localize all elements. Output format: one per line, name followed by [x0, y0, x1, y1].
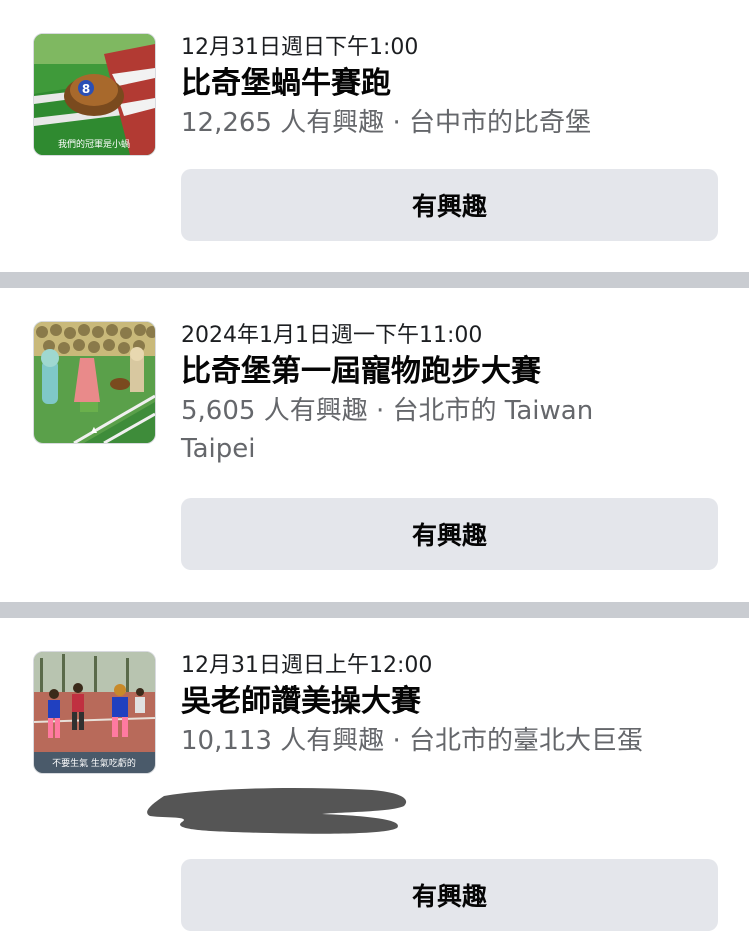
event-title[interactable]: 吳老師讚美操大賽 — [181, 682, 741, 722]
event-card-1[interactable]: 8 我們的冠軍是小蝸 12月31日週日下午1:00 比奇堡蝸牛賽跑 12,265… — [0, 0, 749, 272]
interested-button[interactable]: 有興趣 — [181, 859, 718, 931]
event-thumbnail-pet-race[interactable]: ▲ — [33, 321, 156, 444]
meta-separator: · — [375, 396, 385, 426]
event-card-2[interactable]: ▲ 2024年1月1日週一下午11:00 比奇堡第一屆寵物跑步大賽 5,605 … — [0, 288, 749, 602]
event-meta: 5,605 人有興趣 · 台北市的 Taiwan Taipei — [181, 392, 651, 468]
interested-button[interactable]: 有興趣 — [181, 169, 718, 241]
event-date: 2024年1月1日週一下午11:00 — [181, 323, 483, 348]
event-meta: 10,113 人有興趣 · 台北市的臺北大巨蛋 — [181, 722, 741, 760]
event-location[interactable]: 台中市的比奇堡 — [409, 108, 591, 138]
event-location[interactable]: 台北市的臺北大巨蛋 — [409, 726, 643, 756]
event-date: 12月31日週日上午12:00 — [181, 653, 433, 678]
event-card-3[interactable]: 不要生氣 生氣吃虧的 12月31日週日上午12:00 吳老師讚美操大賽 10,1… — [0, 618, 749, 937]
interest-count: 10,113 人有興趣 — [181, 726, 385, 756]
interest-count: 12,265 人有興趣 — [181, 108, 385, 138]
event-title[interactable]: 比奇堡第一屆寵物跑步大賽 — [181, 352, 741, 392]
interest-count: 5,605 人有興趣 — [181, 396, 368, 426]
card-divider — [0, 602, 749, 618]
svg-text:▲: ▲ — [91, 425, 98, 434]
event-date: 12月31日週日下午1:00 — [181, 35, 419, 60]
snail-race-image: 8 我們的冠軍是小蝸 — [34, 34, 155, 155]
event-thumbnail-snail-race[interactable]: 8 我們的冠軍是小蝸 — [33, 33, 156, 156]
thumb-caption: 不要生氣 生氣吃虧的 — [52, 757, 136, 769]
pet-race-image: ▲ — [34, 322, 155, 443]
event-meta: 12,265 人有興趣 · 台中市的比奇堡 — [181, 104, 741, 142]
meta-separator: · — [392, 726, 401, 756]
interested-button[interactable]: 有興趣 — [181, 498, 718, 570]
thumb-caption: 我們的冠軍是小蝸 — [58, 138, 130, 150]
event-thumbnail-exercise-contest[interactable]: 不要生氣 生氣吃虧的 — [33, 651, 156, 774]
card-divider — [0, 272, 749, 288]
exercise-contest-image: 不要生氣 生氣吃虧的 — [34, 652, 155, 773]
svg-text:8: 8 — [82, 82, 90, 96]
meta-separator: · — [392, 108, 401, 138]
redaction-scribble — [147, 788, 407, 834]
event-title[interactable]: 比奇堡蝸牛賽跑 — [181, 64, 741, 104]
